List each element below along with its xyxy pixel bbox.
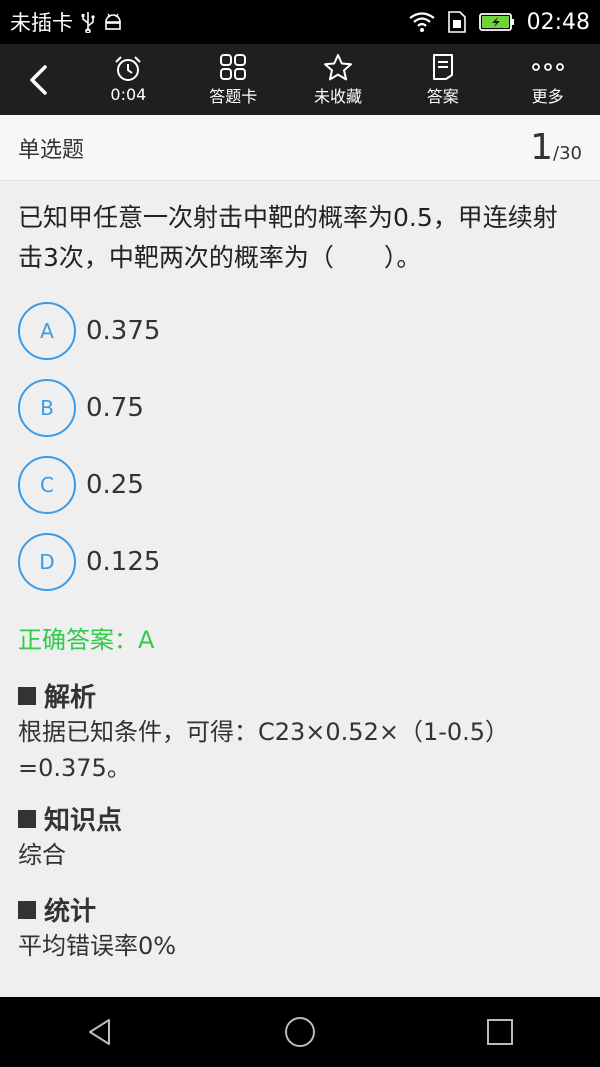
option-b[interactable]: B 0.75 bbox=[18, 369, 582, 446]
option-letter-circle: A bbox=[18, 301, 76, 360]
question-type: 单选题 bbox=[18, 137, 85, 163]
more-dots-icon bbox=[531, 62, 564, 71]
carrier-text: 未插卡 bbox=[10, 11, 73, 35]
document-icon bbox=[432, 53, 453, 80]
option-letter-circle: D bbox=[18, 532, 76, 591]
favorite-label: 未收藏 bbox=[313, 86, 362, 106]
knowledge-title-text: 知识点 bbox=[44, 806, 123, 836]
usb-icon bbox=[81, 11, 95, 33]
status-bar: 未插卡 02:48 bbox=[0, 0, 600, 44]
answer-label: 答案 bbox=[426, 86, 459, 106]
top-toolbar: 0:04 答题卡 未收藏 答案 更多 bbox=[0, 44, 600, 115]
battery-charging-icon bbox=[478, 12, 515, 32]
options-list: A 0.375 B 0.75 C 0.25 D 0.125 bbox=[18, 292, 582, 600]
option-a[interactable]: A 0.375 bbox=[18, 292, 582, 369]
knowledge-title: 知识点 bbox=[18, 800, 582, 837]
android-debug-icon bbox=[103, 12, 123, 32]
correct-answer: 正确答案：A bbox=[18, 626, 155, 654]
analysis-title-text: 解析 bbox=[44, 683, 97, 713]
clock-text: 02:48 bbox=[526, 9, 590, 35]
favorite-button[interactable]: 未收藏 bbox=[286, 44, 391, 115]
more-label: 更多 bbox=[531, 86, 564, 106]
option-text: 0.25 bbox=[86, 469, 144, 500]
analysis-title: 解析 bbox=[18, 677, 582, 714]
current-question-number: 1 bbox=[530, 127, 554, 168]
stats-body: 平均错误率0% bbox=[18, 932, 177, 960]
timer-label: 0:04 bbox=[110, 85, 147, 104]
answer-button[interactable]: 答案 bbox=[390, 44, 495, 115]
question-header: 单选题 1 /30 bbox=[0, 115, 600, 181]
system-nav-bar bbox=[0, 997, 600, 1067]
sim-icon bbox=[447, 11, 467, 33]
question-counter: 1 /30 bbox=[530, 127, 582, 168]
nav-back-button[interactable] bbox=[70, 1002, 130, 1062]
option-text: 0.125 bbox=[86, 546, 161, 577]
answer-card-label: 答题卡 bbox=[209, 86, 258, 106]
star-icon bbox=[323, 53, 352, 80]
option-c[interactable]: C 0.25 bbox=[18, 446, 582, 523]
stats-title: 统计 bbox=[18, 891, 582, 928]
square-bullet-icon bbox=[18, 900, 36, 919]
grid-icon bbox=[220, 53, 247, 80]
option-letter-circle: C bbox=[18, 455, 76, 514]
more-button[interactable]: 更多 bbox=[495, 44, 600, 115]
status-right: 02:48 bbox=[408, 9, 590, 35]
analysis-body: 根据已知条件，可得：C23×0.52×（1-0.5）=0.375。 bbox=[18, 718, 510, 782]
option-d[interactable]: D 0.125 bbox=[18, 523, 582, 600]
circle-home-icon bbox=[285, 1017, 315, 1047]
stats-title-text: 统计 bbox=[44, 897, 97, 927]
nav-recents-button[interactable] bbox=[470, 1002, 530, 1062]
square-recents-icon bbox=[487, 1019, 513, 1045]
knowledge-body: 综合 bbox=[18, 841, 66, 869]
status-left: 未插卡 bbox=[10, 7, 123, 37]
option-text: 0.375 bbox=[86, 315, 161, 346]
question-content: 已知甲任意一次射击中靶的概率为0.5，甲连续射击3次，中靶两次的概率为（ ）。 … bbox=[0, 182, 600, 997]
option-text: 0.75 bbox=[86, 392, 144, 423]
triangle-back-icon bbox=[89, 1019, 110, 1045]
nav-home-button[interactable] bbox=[270, 1002, 330, 1062]
timer-button[interactable]: 0:04 bbox=[76, 44, 181, 115]
question-text: 已知甲任意一次射击中靶的概率为0.5，甲连续射击3次，中靶两次的概率为（ ）。 bbox=[18, 203, 558, 272]
option-letter-circle: B bbox=[18, 378, 76, 437]
back-button[interactable] bbox=[0, 44, 76, 115]
alarm-clock-icon bbox=[115, 56, 142, 81]
wifi-icon bbox=[408, 12, 435, 32]
square-bullet-icon bbox=[18, 686, 36, 705]
back-arrow-icon bbox=[30, 64, 47, 95]
square-bullet-icon bbox=[18, 809, 36, 828]
total-question-count: /30 bbox=[553, 143, 582, 164]
answer-card-button[interactable]: 答题卡 bbox=[181, 44, 286, 115]
